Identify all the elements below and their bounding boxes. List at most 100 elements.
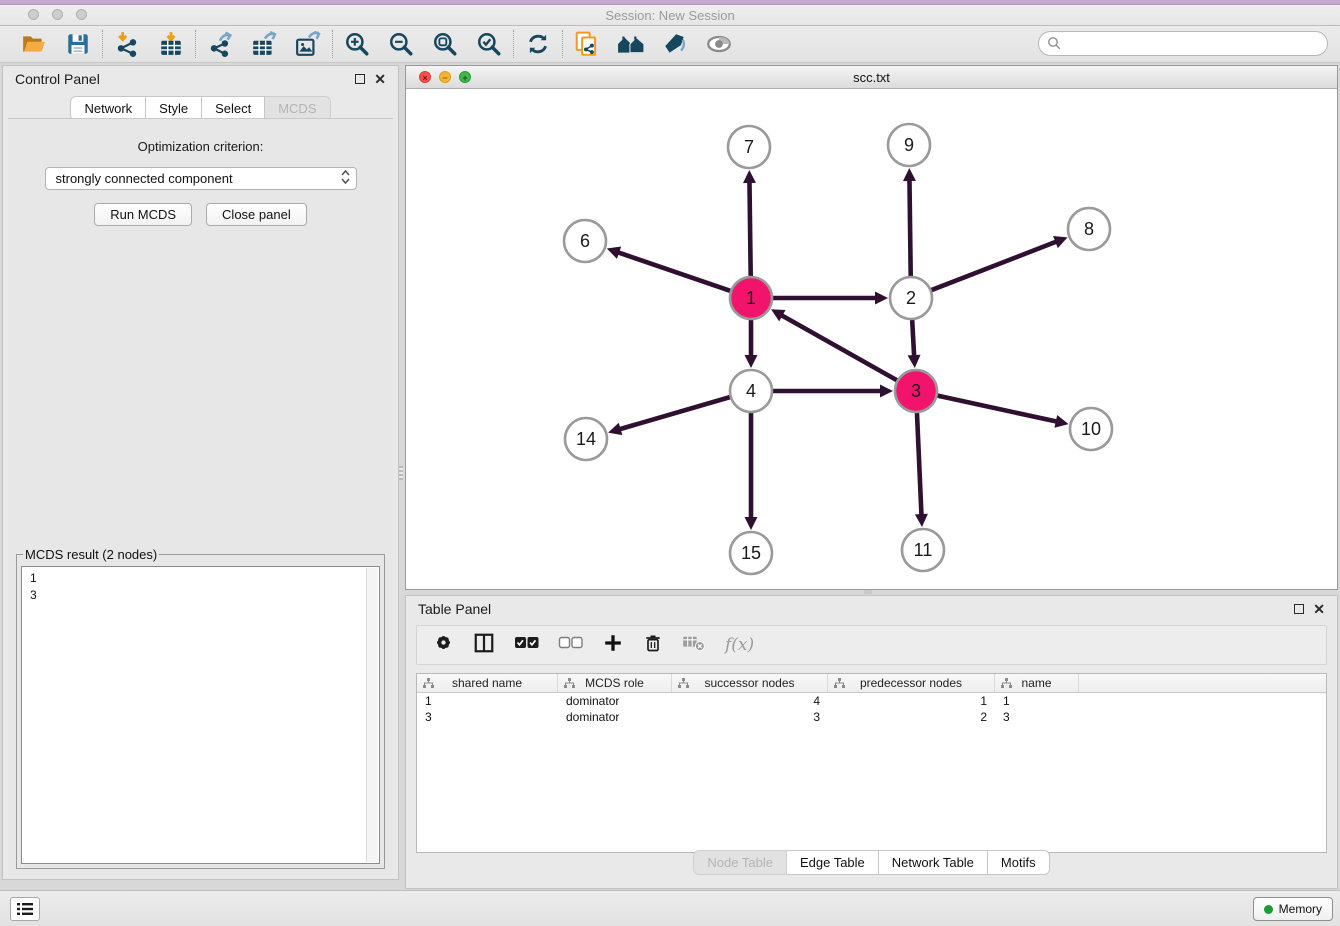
app-titlebar: Session: New Session — [0, 0, 1340, 26]
optimization-criterion-label: Optimization criterion: — [8, 139, 393, 154]
table-tab-motifs[interactable]: Motifs — [988, 850, 1050, 875]
close-panel-button[interactable]: Close panel — [206, 203, 307, 226]
settings-gear-icon[interactable] — [433, 632, 454, 658]
select-all-icon[interactable] — [514, 635, 539, 655]
run-mcds-button[interactable]: Run MCDS — [94, 203, 192, 226]
edge-arrowhead — [903, 168, 916, 181]
table-cell[interactable]: 1 — [828, 693, 995, 709]
node-label-4: 4 — [746, 381, 756, 401]
optimization-criterion-select[interactable]: strongly connected component — [45, 167, 357, 190]
network-view-window: × − + scc.txt 7968124314101511 — [405, 65, 1338, 590]
zoom-in-icon[interactable] — [343, 30, 371, 58]
node-table[interactable]: shared nameMCDS rolesuccessor nodesprede… — [416, 673, 1327, 853]
edge-2-8[interactable] — [932, 241, 1058, 290]
table-tab-network-table[interactable]: Network Table — [879, 850, 988, 875]
table-tab-edge-table[interactable]: Edge Table — [787, 850, 879, 875]
export-image-icon[interactable] — [294, 30, 322, 58]
export-network-icon[interactable] — [206, 30, 234, 58]
table-toolbar: f(x) — [416, 625, 1327, 665]
export-table-icon[interactable] — [250, 30, 278, 58]
float-table-panel-icon[interactable] — [1294, 604, 1304, 614]
edge-1-7[interactable] — [749, 181, 750, 276]
select-stepper-icon — [340, 169, 356, 188]
table-cell[interactable]: 4 — [672, 693, 828, 709]
horizontal-splitter-grip[interactable] — [864, 590, 872, 594]
table-cell[interactable]: dominator — [558, 709, 672, 725]
edge-2-9[interactable] — [909, 179, 910, 276]
zoom-fit-icon[interactable] — [431, 30, 459, 58]
function-builder-icon: f(x) — [725, 635, 754, 655]
save-session-icon[interactable] — [64, 30, 92, 58]
table-tabs: Node TableEdge TableNetwork TableMotifs — [406, 850, 1337, 875]
memory-label: Memory — [1279, 902, 1322, 916]
table-cell[interactable]: dominator — [558, 693, 672, 709]
search-input[interactable] — [1038, 31, 1328, 56]
search-field[interactable] — [1062, 35, 1327, 53]
edge-3-1[interactable] — [781, 315, 897, 381]
column-header-MCDS-role[interactable]: MCDS role — [558, 674, 672, 692]
deselect-all-icon[interactable] — [558, 635, 583, 655]
column-header-shared-name[interactable]: shared name — [417, 674, 558, 692]
node-label-1: 1 — [746, 288, 756, 308]
open-session-icon[interactable] — [20, 30, 48, 58]
import-network-icon[interactable] — [113, 30, 141, 58]
table-tab-node-table[interactable]: Node Table — [693, 850, 787, 875]
edge-3-11[interactable] — [917, 413, 922, 516]
mcds-panel: Optimization criterion: strongly connect… — [8, 118, 393, 875]
session-title: Session: New Session — [0, 8, 1340, 23]
table-cell[interactable]: 3 — [672, 709, 828, 725]
zoom-out-icon[interactable] — [387, 30, 415, 58]
node-label-2: 2 — [906, 288, 916, 308]
table-cell[interactable]: 3 — [417, 709, 558, 725]
network-title: scc.txt — [406, 70, 1337, 85]
edge-3-10[interactable] — [937, 396, 1057, 422]
node-label-15: 15 — [741, 543, 761, 563]
close-table-panel-icon[interactable]: ✕ — [1313, 604, 1325, 614]
table-cell[interactable]: 3 — [995, 709, 1079, 725]
edge-arrowhead — [743, 170, 756, 183]
float-panel-icon[interactable] — [355, 74, 365, 84]
column-header-name[interactable]: name — [995, 674, 1079, 692]
edge-arrowhead — [880, 385, 893, 398]
zoom-selected-icon[interactable] — [475, 30, 503, 58]
delete-table-icon — [682, 634, 706, 657]
column-header-predecessor-nodes[interactable]: predecessor nodes — [828, 674, 995, 692]
delete-column-icon[interactable] — [643, 632, 663, 659]
refresh-icon[interactable] — [524, 30, 552, 58]
network-overview-icon[interactable] — [617, 30, 645, 58]
mcds-result-line: 1 — [30, 570, 379, 587]
mcds-result-group: MCDS result (2 nodes) 13 — [16, 547, 385, 869]
hide-graphics-details-icon[interactable] — [661, 30, 689, 58]
memory-status-icon — [1264, 905, 1273, 914]
close-panel-icon[interactable]: ✕ — [374, 74, 386, 84]
mcds-result-title: MCDS result (2 nodes) — [23, 547, 159, 562]
control-panel: Control Panel ✕ NetworkStyleSelectMCDS O… — [2, 65, 399, 880]
mcds-result-box[interactable]: 13 — [21, 566, 380, 864]
task-history-button[interactable] — [10, 897, 40, 921]
mcds-result-lines: 13 — [22, 567, 379, 604]
duplicate-network-icon[interactable] — [573, 30, 601, 58]
columns-icon[interactable] — [473, 632, 495, 659]
table-cell[interactable]: 1 — [417, 693, 558, 709]
add-column-icon[interactable] — [602, 632, 624, 659]
edge-2-3[interactable] — [912, 320, 914, 357]
import-table-icon[interactable] — [157, 30, 185, 58]
result-scrollbar[interactable] — [366, 568, 378, 862]
network-canvas[interactable]: 7968124314101511 — [406, 89, 1337, 589]
vertical-splitter-grip[interactable] — [399, 466, 403, 480]
table-row[interactable]: 3dominator323 — [417, 709, 1326, 725]
control-panel-title: Control Panel — [15, 71, 100, 87]
memory-button[interactable]: Memory — [1253, 897, 1333, 921]
table-cell[interactable]: 1 — [995, 693, 1079, 709]
table-header-row: shared nameMCDS rolesuccessor nodesprede… — [417, 674, 1326, 693]
show-graphics-details-icon[interactable] — [705, 30, 733, 58]
node-label-8: 8 — [1084, 219, 1094, 239]
table-row[interactable]: 1dominator411 — [417, 693, 1326, 709]
edge-1-6[interactable] — [617, 252, 730, 291]
column-header-successor-nodes[interactable]: successor nodes — [672, 674, 828, 692]
edge-4-14[interactable] — [619, 397, 730, 429]
network-window-titlebar[interactable]: × − + scc.txt — [406, 66, 1337, 89]
search-icon — [1047, 36, 1062, 51]
table-cell[interactable]: 2 — [828, 709, 995, 725]
edge-arrowhead — [608, 423, 622, 435]
